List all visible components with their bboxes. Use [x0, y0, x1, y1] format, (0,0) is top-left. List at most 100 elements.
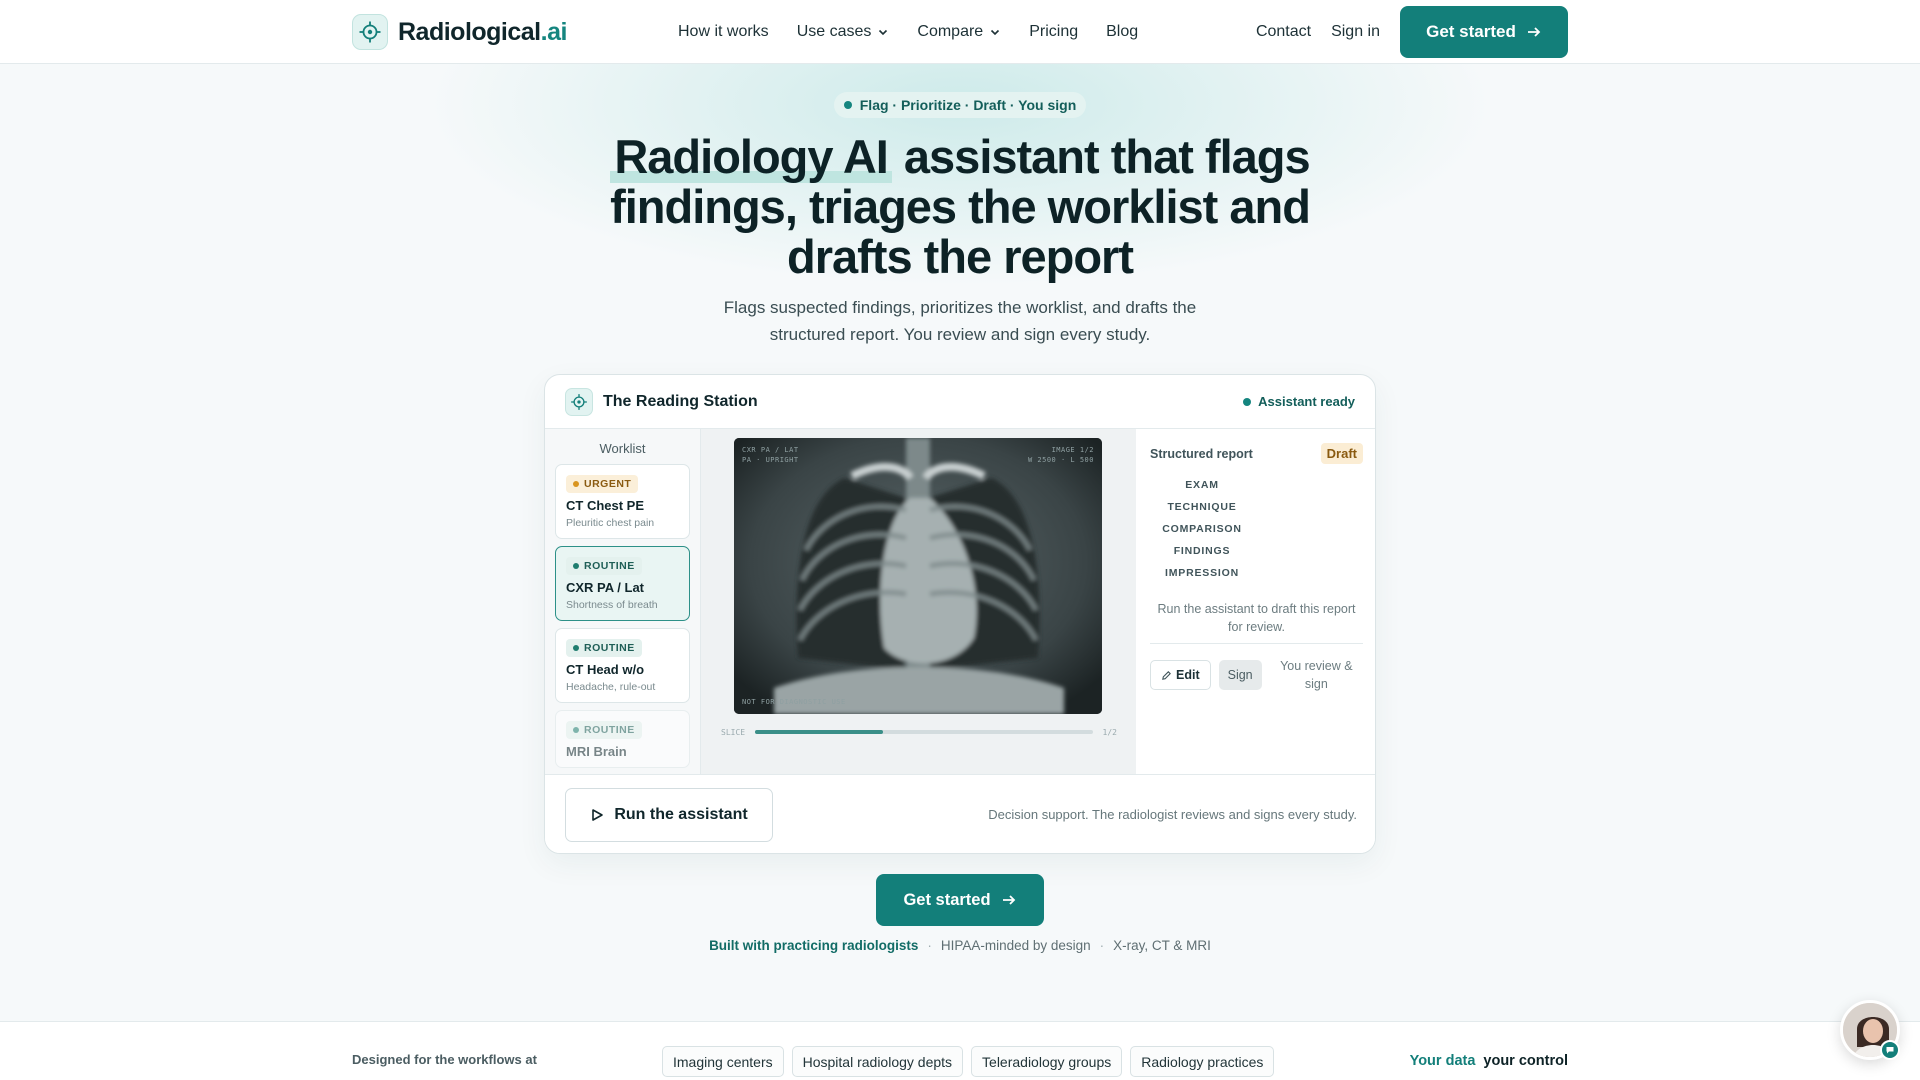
hero-eyebrow-pill: Flag · Prioritize · Draft · You sign: [834, 92, 1086, 118]
study-indication: Headache, rule-out: [566, 681, 656, 693]
reading-station-card: The Reading Station Assistant ready Work…: [544, 374, 1376, 854]
arrow-right-icon: [1527, 27, 1541, 37]
trust-item: HIPAA-minded by design: [940, 938, 1091, 953]
draft-badge: Draft: [1320, 443, 1363, 464]
status-text: Assistant ready: [1258, 394, 1355, 409]
pencil-icon: [1162, 670, 1171, 680]
button-label: Run the assistant: [614, 806, 748, 823]
chat-bubble-icon[interactable]: [1880, 1040, 1900, 1060]
top-navigation: Radiological.ai How it works Use cases C…: [0, 0, 1920, 64]
status-dot: [843, 101, 852, 109]
button-label: Edit: [1176, 668, 1200, 682]
nav-pricing[interactable]: Pricing: [1029, 23, 1078, 41]
study-name: CT Head w/o: [566, 662, 645, 677]
chip-radiology-practices[interactable]: Radiology practices: [1130, 1046, 1275, 1077]
study-name: CXR PA / Lat: [566, 580, 645, 595]
worklist-item-ct-chest[interactable]: URGENT CT Chest PE Pleuritic chest pain: [555, 464, 690, 539]
crosshair-icon: [565, 387, 593, 416]
viewer-series-label: CXR PA / LAT: [742, 446, 799, 454]
station-footer: Run the assistant Decision support. The …: [545, 774, 1375, 853]
trust-item: X-ray, CT & MRI: [1113, 938, 1211, 953]
report-section-impression[interactable]: IMPRESSION: [1150, 562, 1254, 584]
report-section-findings[interactable]: FINDINGS: [1150, 540, 1254, 562]
chip-teleradiology[interactable]: Teleradiology groups: [971, 1046, 1123, 1077]
study-name: MRI Brain: [566, 744, 627, 759]
chip-imaging-centers[interactable]: Imaging centers: [662, 1046, 784, 1077]
report-title: Structured report: [1150, 446, 1253, 461]
viewer-image-index: IMAGE 1/2: [1051, 446, 1094, 454]
routine-badge: ROUTINE: [566, 557, 642, 575]
run-assistant-button[interactable]: Run the assistant: [565, 788, 773, 842]
report-section-technique[interactable]: TECHNIQUE: [1150, 496, 1254, 518]
worklist-item-ct-head[interactable]: ROUTINE CT Head w/o Headache, rule-out: [555, 628, 690, 703]
divider: [1150, 643, 1363, 644]
trust-line: Built with practicing radiologists · HIPAA…: [709, 938, 1211, 953]
report-sections: EXAM TECHNIQUE COMPARISON FINDINGS IMPRE…: [1150, 474, 1363, 584]
urgent-badge: URGENT: [566, 475, 639, 493]
nav-how-it-works[interactable]: How it works: [678, 23, 769, 41]
report-section-exam[interactable]: EXAM: [1150, 474, 1254, 496]
chevron-down-icon: [879, 29, 888, 36]
hero-get-started-button[interactable]: Get started: [876, 874, 1044, 926]
study-name: CT Chest PE: [566, 498, 645, 513]
assistant-status: Assistant ready: [1243, 394, 1355, 409]
station-body: Worklist URGENT CT Chest PE Pleuritic ch…: [545, 429, 1375, 774]
audience-chips: Imaging centers Hospital radiology depts…: [662, 1046, 1275, 1077]
study-indication: Shortness of breath: [566, 599, 658, 611]
brand-name: Radiological.ai: [398, 17, 567, 46]
brand-logo[interactable]: Radiological.ai: [352, 14, 567, 50]
slice-scrubber: SLICE 1/2: [721, 725, 1117, 739]
viewer-disclaimer: NOT FOR DIAGNOSTIC USE: [742, 698, 846, 706]
audience-band: Designed for the workflows at Imaging ce…: [0, 1021, 1920, 1080]
status-dot: [1243, 397, 1252, 406]
routine-badge: ROUTINE: [566, 721, 642, 739]
nav-use-cases[interactable]: Use cases: [797, 23, 890, 41]
hero-headline: Radiology AI assistant that flags findin…: [560, 130, 1360, 282]
crosshair-logo-icon: [352, 14, 388, 50]
report-section-comparison[interactable]: COMPARISON: [1150, 518, 1254, 540]
nav-compare[interactable]: Compare: [917, 23, 1001, 41]
worklist-panel: Worklist URGENT CT Chest PE Pleuritic ch…: [545, 429, 701, 774]
slice-slider[interactable]: [755, 730, 1093, 734]
play-icon: [592, 809, 604, 821]
xray-viewport[interactable]: CXR PA / LAT PA · UPRIGHT IMAGE 1/2 W 25…: [734, 438, 1102, 714]
structured-report-panel: Structured report Draft EXAM TECHNIQUE C…: [1136, 429, 1375, 774]
trust-lead: Built with practicing radiologists: [709, 938, 919, 953]
nav-get-started-button[interactable]: Get started: [1400, 6, 1568, 58]
study-indication: Pleuritic chest pain: [566, 517, 655, 529]
sign-button[interactable]: Sign: [1218, 660, 1262, 690]
image-viewer-panel: CXR PA / LAT PA · UPRIGHT IMAGE 1/2 W 25…: [701, 429, 1136, 774]
button-label: Get started: [903, 890, 991, 909]
report-header: Structured report Draft: [1150, 443, 1363, 464]
viewer-position-label: PA · UPRIGHT: [742, 456, 799, 464]
hero-subhead: Flags suspected findings, prioritizes th…: [723, 298, 1197, 344]
worklist-item-mri-brain[interactable]: ROUTINE MRI Brain: [555, 710, 690, 768]
viewer-window-level: W 2500 · L 500: [1027, 456, 1094, 464]
nav-sign-in[interactable]: Sign in: [1331, 23, 1380, 41]
nav-blog[interactable]: Blog: [1106, 23, 1138, 41]
edit-button[interactable]: Edit: [1150, 660, 1211, 690]
worklist-title: Worklist: [599, 441, 646, 456]
slice-progress-fill: [755, 730, 884, 734]
chip-hospital-radiology[interactable]: Hospital radiology depts: [791, 1046, 964, 1077]
review-note: You review & sign: [1280, 659, 1353, 691]
eyebrow-text: Flag · Prioritize · Draft · You sign: [859, 97, 1077, 113]
slice-counter: 1/2: [1102, 727, 1117, 737]
station-title: The Reading Station: [603, 392, 758, 410]
band-lead: Designed for the workflows at: [352, 1052, 537, 1067]
data-control-tagline: Your data your control: [1409, 1053, 1568, 1069]
station-header: The Reading Station Assistant ready: [545, 375, 1375, 429]
nav-contact[interactable]: Contact: [1256, 23, 1311, 41]
slice-label: SLICE: [721, 727, 746, 737]
report-empty-note: Run the assistant to draft this report f…: [1157, 602, 1356, 634]
arrow-right-icon: [1002, 895, 1015, 905]
decision-support-note: Decision support. The radiologist review…: [988, 807, 1357, 822]
worklist-item-cxr[interactable]: ROUTINE CXR PA / Lat Shortness of breath: [555, 546, 690, 621]
report-actions: Edit Sign You review & sign: [1150, 657, 1363, 693]
primary-nav: How it works Use cases Compare Pricing B…: [678, 0, 1138, 64]
button-label: Get started: [1426, 22, 1516, 41]
routine-badge: ROUTINE: [566, 639, 642, 657]
chest-xray-image: [734, 438, 1102, 714]
headline-highlight: Radiology AI: [610, 130, 892, 183]
nav-actions: Contact Sign in Get started: [1256, 6, 1568, 58]
